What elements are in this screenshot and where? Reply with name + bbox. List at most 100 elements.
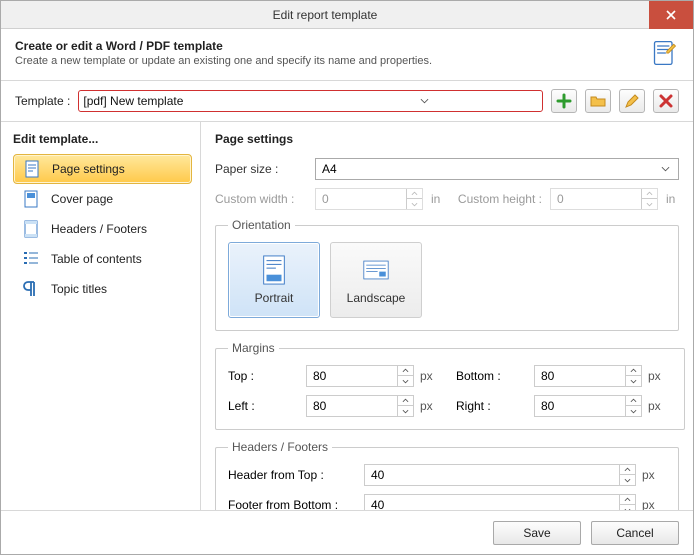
step-up-icon[interactable] bbox=[398, 366, 413, 376]
cancel-button[interactable]: Cancel bbox=[591, 521, 679, 545]
step-down-icon[interactable] bbox=[398, 406, 413, 416]
sidebar-item-toc[interactable]: Table of contents bbox=[13, 244, 192, 274]
footer-from-bottom-label: Footer from Bottom : bbox=[228, 498, 358, 510]
plus-icon bbox=[556, 93, 572, 109]
margin-right-value: 80 bbox=[535, 399, 625, 413]
unit-px: px bbox=[420, 369, 444, 383]
sidebar-item-label: Page settings bbox=[52, 162, 125, 176]
orientation-landscape[interactable]: Landscape bbox=[330, 242, 422, 318]
sidebar-item-headers-footers[interactable]: Headers / Footers bbox=[13, 214, 192, 244]
header-title: Create or edit a Word / PDF template bbox=[15, 39, 641, 53]
margin-top-stepper[interactable]: 80 bbox=[306, 365, 414, 387]
step-up-icon[interactable] bbox=[620, 495, 635, 505]
close-icon bbox=[666, 10, 676, 20]
margins-fieldset: Margins Top : 80 px Bottom : 80 px Left … bbox=[215, 341, 685, 430]
add-template-button[interactable] bbox=[551, 89, 577, 113]
template-label: Template : bbox=[15, 94, 70, 108]
chevron-down-icon bbox=[311, 98, 538, 104]
toc-icon bbox=[21, 249, 41, 269]
dialog-body: Edit template... Page settings Cover pag… bbox=[1, 122, 693, 510]
orientation-portrait-label: Portrait bbox=[255, 291, 294, 305]
window-title: Edit report template bbox=[1, 8, 649, 22]
step-up-icon[interactable] bbox=[626, 366, 641, 376]
margin-right-label: Right : bbox=[456, 399, 528, 413]
edit-template-button[interactable] bbox=[619, 89, 645, 113]
pencil-icon bbox=[624, 93, 640, 109]
custom-height-value: 0 bbox=[551, 192, 641, 206]
orientation-portrait[interactable]: Portrait bbox=[228, 242, 320, 318]
close-button[interactable] bbox=[649, 1, 693, 29]
unit-px: px bbox=[642, 468, 666, 482]
footer-from-bottom-stepper[interactable]: 40 bbox=[364, 494, 636, 510]
margin-top-value: 80 bbox=[307, 369, 397, 383]
x-icon bbox=[658, 93, 674, 109]
step-up-icon bbox=[407, 189, 422, 199]
step-down-icon[interactable] bbox=[620, 475, 635, 485]
step-down-icon[interactable] bbox=[626, 406, 641, 416]
step-down-icon[interactable] bbox=[398, 376, 413, 386]
orientation-landscape-label: Landscape bbox=[347, 291, 406, 305]
unit-px: px bbox=[648, 399, 672, 413]
margins-legend: Margins bbox=[228, 341, 279, 355]
portrait-icon bbox=[261, 255, 287, 285]
paper-size-value: A4 bbox=[322, 162, 658, 176]
stepper-buttons bbox=[406, 189, 422, 209]
sidebar-title: Edit template... bbox=[13, 132, 192, 146]
paper-size-row: Paper size : A4 bbox=[215, 158, 679, 180]
step-down-icon[interactable] bbox=[626, 376, 641, 386]
sidebar-item-topic-titles[interactable]: Topic titles bbox=[13, 274, 192, 304]
custom-width-label: Custom width : bbox=[215, 192, 307, 206]
step-down-icon bbox=[642, 199, 657, 209]
step-up-icon[interactable] bbox=[398, 396, 413, 406]
margin-left-stepper[interactable]: 80 bbox=[306, 395, 414, 417]
margin-bottom-label: Bottom : bbox=[456, 369, 528, 383]
header-footer-icon bbox=[21, 219, 41, 239]
step-up-icon[interactable] bbox=[626, 396, 641, 406]
orientation-fieldset: Orientation Portrait Landscape bbox=[215, 218, 679, 331]
template-row: Template : [pdf] New template bbox=[1, 81, 693, 122]
custom-height-unit: in bbox=[666, 192, 675, 206]
header-subtitle: Create a new template or update an exist… bbox=[15, 55, 641, 67]
sidebar-item-label: Headers / Footers bbox=[51, 222, 147, 236]
dialog-header: Create or edit a Word / PDF template Cre… bbox=[1, 29, 693, 81]
custom-height-label: Custom height : bbox=[458, 192, 542, 206]
template-combobox[interactable]: [pdf] New template bbox=[78, 90, 543, 112]
titlebar: Edit report template bbox=[1, 1, 693, 29]
footer-from-bottom-value: 40 bbox=[365, 498, 619, 510]
template-value: [pdf] New template bbox=[83, 94, 310, 108]
header-from-top-value: 40 bbox=[365, 468, 619, 482]
margin-right-stepper[interactable]: 80 bbox=[534, 395, 642, 417]
paper-size-select[interactable]: A4 bbox=[315, 158, 679, 180]
pilcrow-icon bbox=[21, 279, 41, 299]
cover-icon bbox=[21, 189, 41, 209]
margin-bottom-value: 80 bbox=[535, 369, 625, 383]
dialog-footer: Save Cancel bbox=[1, 510, 693, 554]
sidebar-item-cover-page[interactable]: Cover page bbox=[13, 184, 192, 214]
margin-top-label: Top : bbox=[228, 369, 300, 383]
sidebar-item-label: Topic titles bbox=[51, 282, 107, 296]
margin-left-label: Left : bbox=[228, 399, 300, 413]
delete-template-button[interactable] bbox=[653, 89, 679, 113]
sidebar-item-label: Table of contents bbox=[51, 252, 142, 266]
content-panel: Page settings Paper size : A4 Custom wid… bbox=[201, 122, 693, 510]
headers-footers-fieldset: Headers / Footers Header from Top : 40 p… bbox=[215, 440, 679, 510]
sidebar-item-label: Cover page bbox=[51, 192, 113, 206]
custom-width-unit: in bbox=[431, 192, 440, 206]
margin-bottom-stepper[interactable]: 80 bbox=[534, 365, 642, 387]
header-from-top-label: Header from Top : bbox=[228, 468, 358, 482]
chevron-down-icon bbox=[658, 166, 672, 172]
save-button[interactable]: Save bbox=[493, 521, 581, 545]
unit-px: px bbox=[648, 369, 672, 383]
custom-height-stepper: 0 bbox=[550, 188, 658, 210]
stepper-buttons bbox=[641, 189, 657, 209]
margin-left-value: 80 bbox=[307, 399, 397, 413]
custom-size-row: Custom width : 0 in Custom height : 0 in bbox=[215, 188, 679, 210]
unit-px: px bbox=[420, 399, 444, 413]
step-up-icon[interactable] bbox=[620, 465, 635, 475]
page-icon bbox=[22, 159, 42, 179]
folder-icon bbox=[590, 93, 606, 109]
sidebar-item-page-settings[interactable]: Page settings bbox=[13, 154, 192, 184]
landscape-icon bbox=[363, 255, 389, 285]
header-from-top-stepper[interactable]: 40 bbox=[364, 464, 636, 486]
open-folder-button[interactable] bbox=[585, 89, 611, 113]
